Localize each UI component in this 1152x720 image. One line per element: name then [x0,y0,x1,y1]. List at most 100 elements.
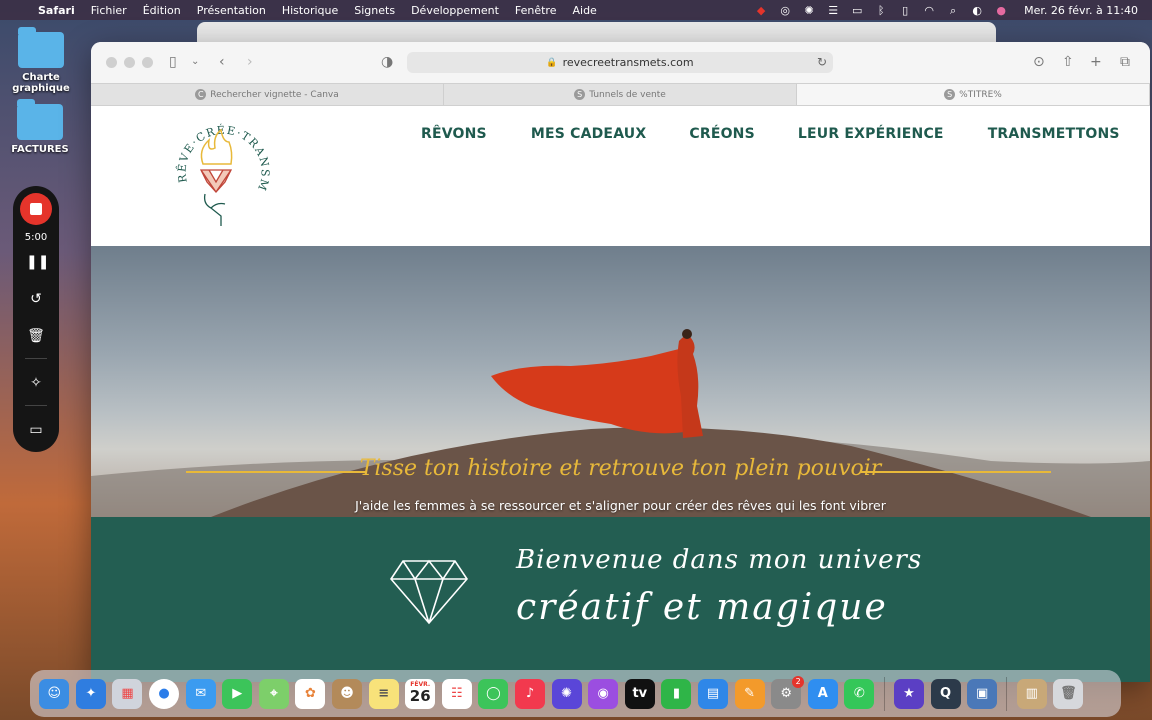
system-settings-icon[interactable]: ⚙ 2 [771,675,805,709]
safari-icon[interactable]: ✦ [75,678,106,709]
webpage: RÊVE·CRÉE·TRANSMETS RÊVONS MES CADEAUX C… [91,106,1150,682]
trash-bin-icon[interactable]: 🗑 [1053,678,1084,709]
welcome-heading-line2: créatif et magique [516,587,888,628]
music-icon[interactable]: ♪ [515,678,546,709]
pause-icon[interactable]: ❚❚ [26,252,49,272]
close-window-button[interactable] [106,57,117,68]
menu-developpement[interactable]: Développement [403,4,507,17]
minimize-window-button[interactable] [124,57,135,68]
folder-label: FACTURES [11,144,69,155]
tab-overview-icon[interactable]: ⧉ [1120,54,1130,70]
facetime-icon[interactable]: ▶ [222,678,253,709]
folder-icon [18,27,64,68]
desktop-folder-factures[interactable]: FACTURES [0,99,85,155]
dock-separator [1006,676,1008,711]
contacts-icon[interactable]: ☻ [332,678,363,709]
welcome-section: Bienvenue dans mon univers créatif et ma… [91,517,1150,682]
messages-icon[interactable]: ◯ [478,678,509,709]
photos-icon[interactable]: ✿ [295,678,326,709]
diamond-icon [389,559,469,625]
restart-icon[interactable]: ↺ [26,289,46,309]
folder-icon [17,99,63,140]
zoom-window-button[interactable] [142,57,153,68]
menu-bar: Safari Fichier Édition Présentation Hist… [0,0,1152,20]
sidebar-icon[interactable]: ▯ [169,54,177,70]
calendar-icon[interactable]: FÉVR. 26 [405,678,436,709]
welcome-heading-line1: Bienvenue dans mon univers [516,545,923,575]
nav-leur-experience[interactable]: LEUR EXPÉRIENCE [798,126,944,142]
hero-subline: J'aide les femmes à se ressourcer et s'a… [355,498,886,513]
imovie-icon[interactable]: ★ [893,678,924,709]
tab-label: Rechercher vignette - Canva [210,89,339,100]
whatsapp-icon[interactable]: ✆ [844,678,875,709]
desktop-folder-charte[interactable]: Charte graphique [0,27,86,94]
creative-cloud-icon[interactable]: ◎ [778,5,792,16]
magic-wand-icon[interactable]: ✧ [26,373,46,393]
brightness-icon[interactable]: ✺ [802,5,816,16]
hero-banner: Tisse ton histoire et retrouve ton plein… [91,246,1150,517]
pages-icon[interactable]: ✎ [734,678,765,709]
tab-label: %TITRE% [959,89,1002,100]
keynote-icon[interactable]: ▤ [697,678,728,709]
creative-app-icon[interactable]: ✺ [551,678,582,709]
maps-icon[interactable]: ⌖ [258,678,289,709]
stack-icon[interactable]: ☰ [826,5,840,16]
privacy-shield-icon[interactable]: ◑ [381,54,393,70]
menu-historique[interactable]: Historique [274,4,346,17]
wifi-icon[interactable]: ◠ [922,5,936,16]
siri-icon[interactable]: ● [994,5,1008,16]
menu-edition[interactable]: Édition [135,4,189,17]
reminders-icon[interactable]: ☷ [441,678,472,709]
tab-tunnels[interactable]: S Tunnels de vente [444,84,797,105]
numbers-icon[interactable]: ▮ [661,678,692,709]
camera-icon[interactable]: ▭ [26,420,46,440]
dropbox-icon[interactable]: ◆ [754,5,768,16]
menu-fichier[interactable]: Fichier [83,4,135,17]
app-store-icon[interactable]: A [807,678,838,709]
chrome-icon[interactable]: ● [149,678,180,709]
share-icon[interactable]: ⇧ [1062,54,1074,70]
mail-icon[interactable]: ✉ [185,678,216,709]
battery-icon[interactable]: ▯ [898,5,912,16]
preview-icon[interactable]: ▣ [967,678,998,709]
nav-transmettons[interactable]: TRANSMETTONS [988,126,1120,142]
podcasts-icon[interactable]: ◉ [588,678,619,709]
chevron-down-icon[interactable]: ⌄ [191,54,199,70]
menu-app-safari[interactable]: Safari [30,4,83,17]
menu-signets[interactable]: Signets [346,4,403,17]
apple-tv-icon[interactable]: tv [624,678,655,709]
safari-toolbar: ▯ ⌄ ‹ › ◑ 🔒 revecreetransmets.com ↻ ⊙ ⇧ … [91,42,1150,83]
address-bar[interactable]: 🔒 revecreetransmets.com ↻ [407,52,833,73]
menu-fenetre[interactable]: Fenêtre [507,4,565,17]
finder-icon[interactable]: ☺ [39,678,70,709]
site-logo[interactable]: RÊVE·CRÉE·TRANSMETS [173,112,273,230]
bluetooth-icon[interactable]: ᛒ [874,5,888,16]
tab-canva[interactable]: C Rechercher vignette - Canva [91,84,444,105]
menubar-clock[interactable]: Mer. 26 févr. à 11:40 [1024,4,1138,17]
launchpad-icon[interactable]: ▦ [112,678,143,709]
nav-revons[interactable]: RÊVONS [421,126,487,142]
new-tab-icon[interactable]: + [1090,54,1102,70]
tab-titre[interactable]: S %TITRE% [797,84,1150,105]
control-center-icon[interactable]: ◐ [970,5,984,16]
trash-icon[interactable]: 🗑 [26,326,46,346]
notes-icon[interactable]: ≡ [368,678,399,709]
recording-timer: 5:00 [24,232,48,243]
back-icon[interactable]: ‹ [219,54,225,70]
settings-badge: 2 [792,675,805,688]
stop-recording-button[interactable] [20,193,52,225]
card-icon[interactable]: ▭ [850,5,864,16]
reload-icon[interactable]: ↻ [817,55,827,69]
lock-icon: 🔒 [546,57,558,68]
search-icon[interactable]: ⌕ [946,5,960,16]
downloads-icon[interactable]: ⊙ [1033,54,1045,70]
folder-label: Charte graphique [12,72,70,94]
downloads-stack-icon[interactable]: ▥ [1016,678,1047,709]
safari-window: ▯ ⌄ ‹ › ◑ 🔒 revecreetransmets.com ↻ ⊙ ⇧ … [91,42,1150,682]
nav-creons[interactable]: CRÉONS [689,126,755,142]
menu-presentation[interactable]: Présentation [189,4,274,17]
quicktime-icon[interactable]: Q [930,678,961,709]
nav-mes-cadeaux[interactable]: MES CADEAUX [531,126,647,142]
menu-aide[interactable]: Aide [564,4,604,17]
forward-icon[interactable]: › [247,54,253,70]
